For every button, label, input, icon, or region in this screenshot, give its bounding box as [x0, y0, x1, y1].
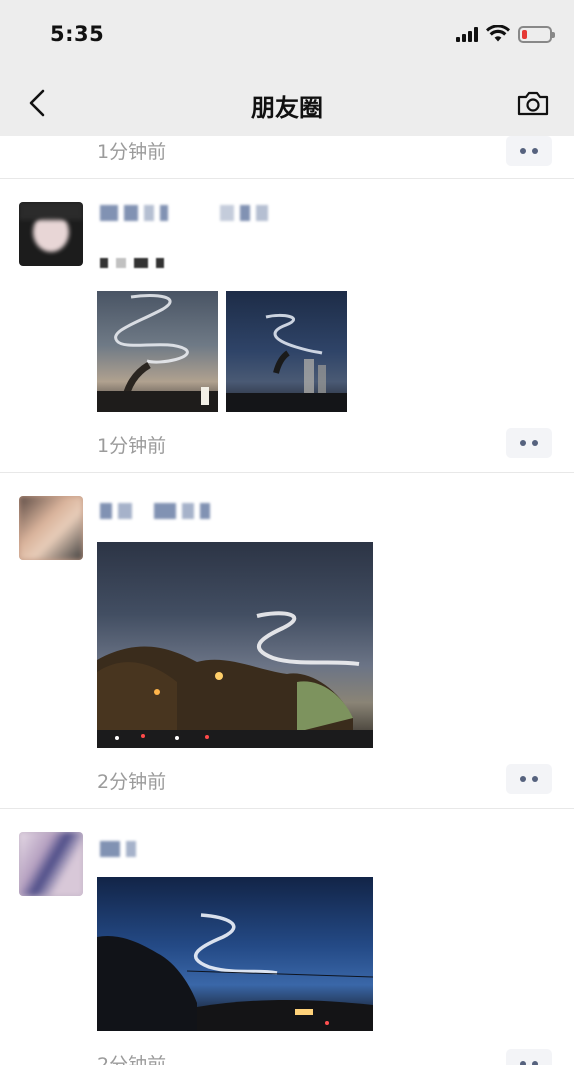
post-timestamp: 1分钟前	[97, 435, 167, 457]
divider	[0, 808, 574, 809]
battery-level	[522, 29, 527, 39]
camera-icon	[517, 91, 549, 116]
avatar[interactable]	[19, 832, 83, 896]
camera-button[interactable]	[514, 86, 552, 120]
username[interactable]	[100, 500, 210, 522]
nav-bar: 朋友圈	[0, 70, 574, 136]
more-button[interactable]	[506, 764, 552, 794]
divider	[0, 178, 574, 179]
cellular-signal-icon	[456, 26, 478, 42]
page-title: 朋友圈	[251, 94, 323, 122]
post-photo[interactable]	[97, 542, 373, 748]
post-photo[interactable]	[226, 291, 347, 412]
more-button[interactable]	[506, 136, 552, 166]
dot-icon	[520, 148, 526, 154]
wifi-icon	[486, 25, 510, 42]
dot-icon	[520, 1061, 526, 1065]
more-button[interactable]	[506, 428, 552, 458]
avatar[interactable]	[19, 202, 83, 266]
username[interactable]	[100, 202, 268, 224]
status-icons	[456, 25, 555, 43]
post-photo[interactable]	[97, 877, 373, 1031]
status-time: 5:35	[50, 22, 105, 46]
moments-feed[interactable]: 1分钟前 1分钟前 2分钟前 2分钟前	[0, 136, 574, 1065]
dot-icon	[520, 776, 526, 782]
post-timestamp: 2分钟前	[97, 1054, 167, 1065]
dot-icon	[532, 440, 538, 446]
dot-icon	[532, 1061, 538, 1065]
status-bar: 5:35	[0, 0, 574, 70]
divider	[0, 472, 574, 473]
post-text	[100, 256, 164, 270]
dot-icon	[520, 440, 526, 446]
avatar[interactable]	[19, 496, 83, 560]
dot-icon	[532, 776, 538, 782]
post-photo[interactable]	[97, 291, 218, 412]
dot-icon	[532, 148, 538, 154]
more-button[interactable]	[506, 1049, 552, 1065]
post-timestamp: 2分钟前	[97, 771, 167, 793]
post-timestamp: 1分钟前	[97, 141, 167, 163]
username[interactable]	[100, 838, 136, 860]
battery-icon	[518, 25, 555, 43]
